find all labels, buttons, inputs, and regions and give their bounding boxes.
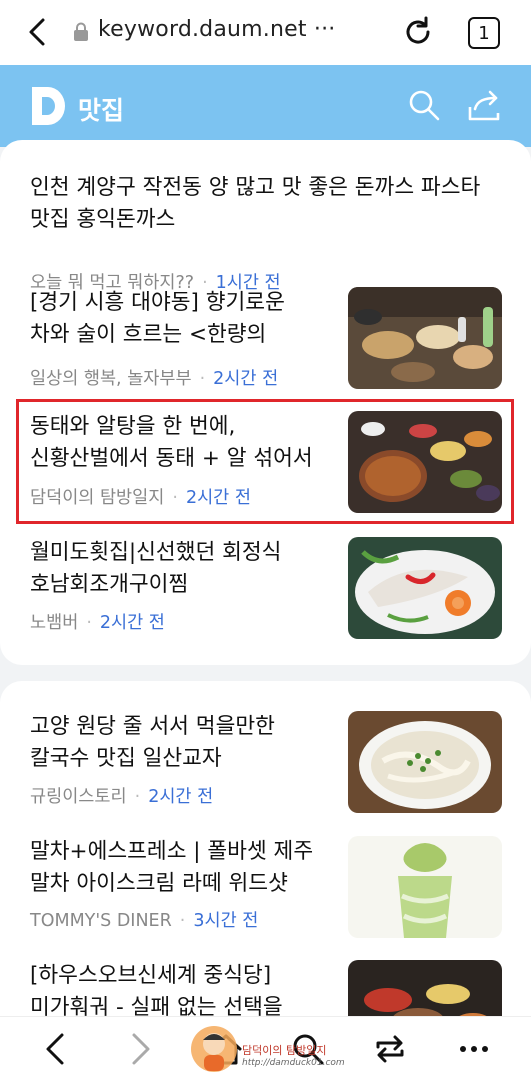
browser-address-bar: keyword.daum.net ··· 1 bbox=[0, 0, 531, 65]
nav-forward-icon[interactable] bbox=[122, 1031, 158, 1067]
meta-separator: · bbox=[199, 369, 206, 389]
list-item[interactable]: 월미도횟집|신선했던 회정식 호남회조개구이찜 노뱀버 · 2시간 전 bbox=[30, 537, 502, 639]
cafe-table-thumbnail[interactable] bbox=[348, 287, 502, 389]
reload-icon[interactable] bbox=[400, 14, 436, 50]
meta-separator: · bbox=[179, 911, 186, 931]
lock-icon bbox=[74, 22, 88, 41]
item-source: 규링이스토리 bbox=[30, 787, 127, 807]
daum-header: 맛집 bbox=[0, 65, 531, 147]
watermark-url: http://damduck01.com bbox=[242, 1058, 345, 1068]
item-title[interactable]: [하우스오브신세계 중식당] 미가훠궈 - 실패 없는 선택을 하시... bbox=[30, 960, 330, 1024]
item-source: TOMMY'S DINER bbox=[30, 911, 172, 931]
list-item[interactable]: [경기 시흥 대야동] 향기로운 차와 술이 흐르는 <한량의 커피... 일상… bbox=[30, 287, 502, 389]
daum-logo-icon[interactable] bbox=[30, 85, 68, 127]
search-icon[interactable] bbox=[406, 87, 442, 123]
meta-separator: · bbox=[86, 613, 92, 633]
list-item[interactable]: 인천 계양구 작전동 양 많고 맛 좋은 돈까스 파스타 맛집 홍익돈까스 오늘… bbox=[30, 172, 502, 293]
item-time: 3시간 전 bbox=[193, 911, 259, 931]
item-meta: 일상의 행복, 놀자부부 · 2시간 전 bbox=[30, 365, 278, 390]
meta-separator: · bbox=[134, 787, 141, 807]
sashimi-thumbnail[interactable] bbox=[348, 537, 502, 639]
watermark-avatar-icon bbox=[191, 1026, 237, 1072]
tab-count-button[interactable]: 1 bbox=[468, 17, 500, 49]
switch-tabs-icon[interactable] bbox=[372, 1031, 408, 1067]
item-title[interactable]: [경기 시흥 대야동] 향기로운 차와 술이 흐르는 <한량의 커피... bbox=[30, 287, 330, 351]
item-source: 일상의 행복, 놀자부부 bbox=[30, 369, 192, 389]
selection-highlight-box bbox=[16, 399, 514, 524]
list-item[interactable]: 말차+에스프레소 | 폴바셋 제주 말차 아이스크림 라떼 위드샷 TOMMY'… bbox=[30, 836, 502, 938]
back-arrow-icon[interactable] bbox=[22, 16, 54, 48]
kalguksu-thumbnail[interactable] bbox=[348, 711, 502, 813]
item-time: 2시간 전 bbox=[148, 787, 214, 807]
share-icon[interactable] bbox=[466, 87, 502, 123]
matcha-latte-thumbnail[interactable] bbox=[348, 836, 502, 938]
item-time: 2시간 전 bbox=[213, 369, 279, 389]
page-title: 맛집 bbox=[78, 96, 125, 125]
blog-watermark: 담덕이의 탐방일지 http://damduck01.com bbox=[190, 1022, 345, 1076]
item-title[interactable]: 인천 계양구 작전동 양 많고 맛 좋은 돈까스 파스타 맛집 홍익돈까스 bbox=[30, 172, 500, 236]
item-source: 노뱀버 bbox=[30, 613, 79, 633]
item-title[interactable]: 월미도횟집|신선했던 회정식 호남회조개구이찜 bbox=[30, 537, 330, 601]
item-meta: 규링이스토리 · 2시간 전 bbox=[30, 783, 213, 808]
item-meta: 노뱀버 · 2시간 전 bbox=[30, 609, 165, 634]
list-item[interactable]: 고양 원당 줄 서서 먹을만한 칼국수 맛집 일산교자 규링이스토리 · 2시간 전 bbox=[30, 711, 502, 813]
watermark-text: 담덕이의 탐방일지 bbox=[242, 1044, 327, 1057]
item-title[interactable]: 말차+에스프레소 | 폴바셋 제주 말차 아이스크림 라떼 위드샷 bbox=[30, 836, 330, 900]
item-time: 2시간 전 bbox=[99, 613, 165, 633]
item-title[interactable]: 고양 원당 줄 서서 먹을만한 칼국수 맛집 일산교자 bbox=[30, 711, 330, 775]
more-menu-icon[interactable] bbox=[456, 1031, 492, 1067]
item-meta: TOMMY'S DINER · 3시간 전 bbox=[30, 907, 258, 932]
nav-back-icon[interactable] bbox=[38, 1031, 74, 1067]
url-text[interactable]: keyword.daum.net ··· bbox=[98, 17, 335, 42]
